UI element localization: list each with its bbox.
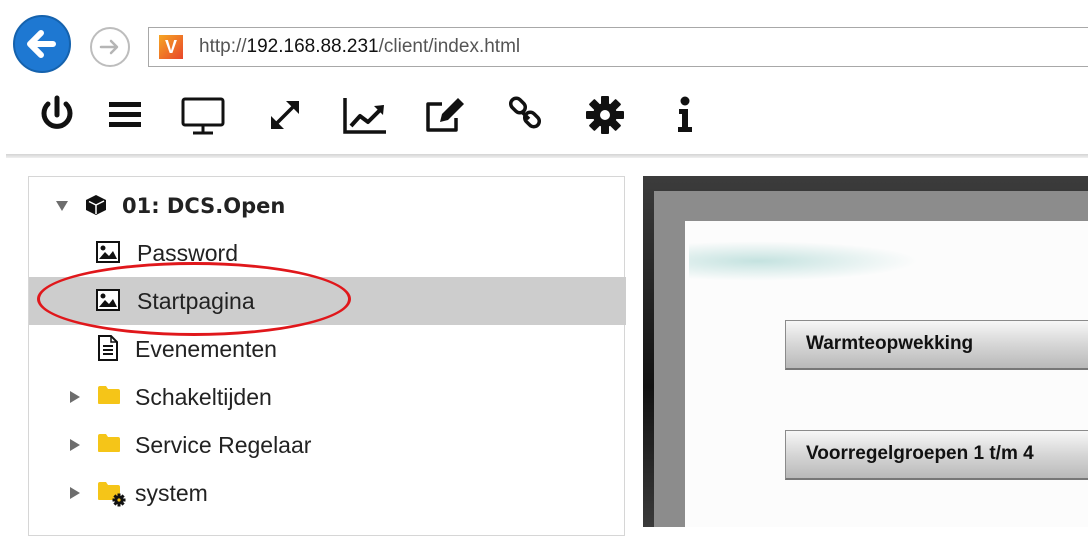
tree-root-label: 01: DCS.Open [122, 194, 286, 218]
folder-gear-icon [98, 482, 126, 507]
url-path: /client/index.html [378, 36, 521, 57]
document-icon [98, 335, 118, 361]
tree-item-system[interactable]: system [29, 469, 626, 517]
cube-icon [86, 195, 106, 215]
back-button[interactable] [13, 15, 71, 73]
tree-panel: 01: DCS.Open Password Startpagina Evenem… [28, 176, 626, 536]
info-icon[interactable] [660, 90, 710, 140]
arrow-right-icon [99, 39, 119, 55]
viewer-screen: Warmteopwekking Voorregelgroepen 1 t/m 4 [685, 221, 1088, 527]
gear-icon[interactable] [580, 90, 630, 140]
voorregelgroepen-button[interactable]: Voorregelgroepen 1 t/m 4 [785, 430, 1088, 480]
tree-item-schakeltijden[interactable]: Schakeltijden [29, 373, 626, 421]
tree-item-label: Password [137, 240, 238, 266]
image-icon [96, 241, 120, 263]
url-host: 192.168.88.231 [246, 36, 379, 57]
url-text[interactable]: http://192.168.88.231/client/index.html [199, 36, 520, 58]
browser-address-row: V http://192.168.88.231/client/index.htm… [0, 0, 1088, 80]
toolbar-divider [6, 154, 1088, 158]
power-icon[interactable] [32, 90, 82, 140]
tree-item-label: Schakeltijden [135, 384, 272, 410]
page-viewer: Warmteopwekking Voorregelgroepen 1 t/m 4 [643, 176, 1088, 527]
tree-item-label: Service Regelaar [135, 432, 312, 458]
tree-item-service-regelaar[interactable]: Service Regelaar [29, 421, 626, 469]
forward-button[interactable] [90, 27, 130, 67]
tree-item-evenementen[interactable]: Evenementen [29, 325, 626, 373]
folder-icon [98, 434, 120, 452]
expand-icon[interactable] [260, 90, 310, 140]
address-bar[interactable]: V http://192.168.88.231/client/index.htm… [148, 27, 1088, 67]
caret-right-icon[interactable] [67, 437, 83, 453]
tree-item-label: system [135, 480, 208, 506]
caret-down-icon[interactable] [54, 198, 70, 214]
edit-icon[interactable] [420, 90, 470, 140]
screen-glare [689, 241, 919, 281]
caret-right-icon[interactable] [67, 485, 83, 501]
menu-icon[interactable] [100, 90, 150, 140]
folder-icon [98, 386, 120, 404]
tree-item-password[interactable]: Password [29, 229, 626, 277]
monitor-icon[interactable] [178, 90, 228, 140]
link-icon[interactable] [500, 90, 550, 140]
site-favicon: V [159, 35, 183, 59]
warmteopwekking-button[interactable]: Warmteopwekking [785, 320, 1088, 370]
url-prefix: http:// [199, 36, 247, 57]
app-toolbar [0, 90, 1088, 152]
tree-item-startpagina[interactable]: Startpagina [29, 277, 626, 325]
chart-icon[interactable] [340, 90, 390, 140]
tree-item-label: Evenementen [135, 336, 277, 362]
tree-item-label: Startpagina [137, 288, 255, 314]
image-icon [96, 289, 120, 311]
arrow-left-icon [27, 30, 56, 58]
tree-root-row[interactable]: 01: DCS.Open [29, 181, 626, 229]
caret-right-icon[interactable] [67, 389, 83, 405]
